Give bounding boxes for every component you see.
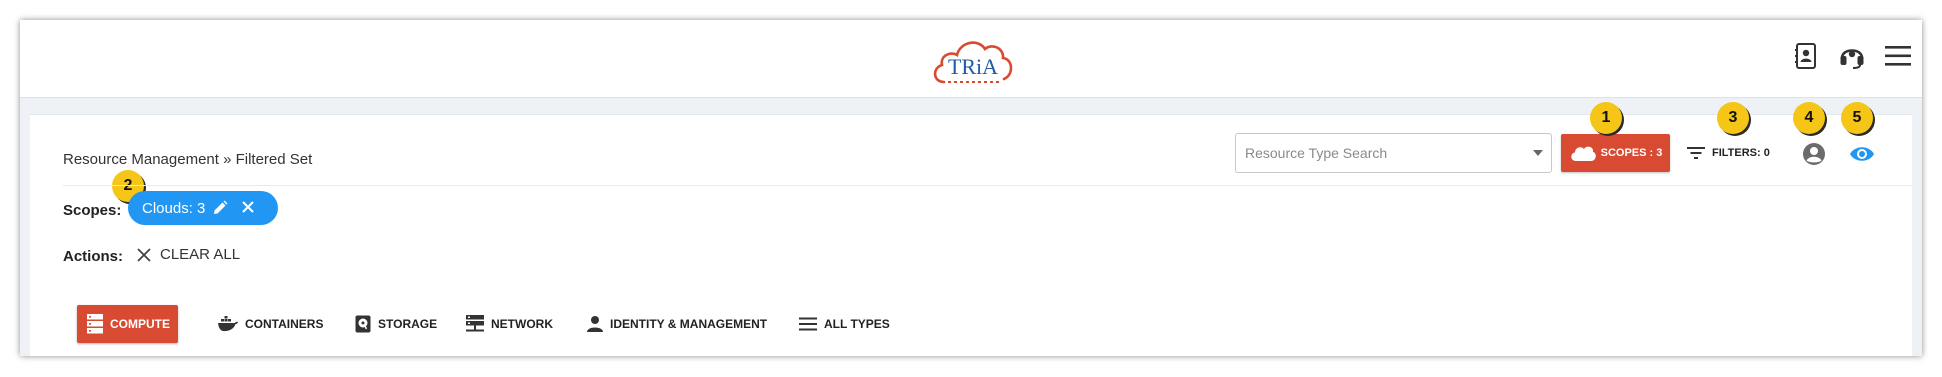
filter-icon <box>1687 147 1705 159</box>
logo-text: TRiA <box>948 54 998 79</box>
callout-badge-3: 3 <box>1717 102 1749 134</box>
tab-compute[interactable]: COMPUTE <box>77 305 178 343</box>
headset-icon[interactable] <box>1837 41 1867 71</box>
docker-icon <box>218 316 238 332</box>
tab-storage[interactable]: STORAGE <box>355 305 437 343</box>
app-window: TRiA Resource Management » Filtered Set … <box>20 20 1922 356</box>
close-icon <box>137 247 151 262</box>
contact-book-icon[interactable] <box>1791 41 1821 71</box>
search-input[interactable] <box>1236 134 1551 172</box>
server-stack-icon <box>87 314 103 334</box>
resource-panel: Resource Management » Filtered Set SCOPE… <box>30 102 1912 356</box>
eye-icon[interactable] <box>1849 142 1875 166</box>
breadcrumb[interactable]: Resource Management » Filtered Set <box>63 151 312 168</box>
tab-all-types[interactable]: ALL TYPES <box>799 305 890 343</box>
tab-label: IDENTITY & MANAGEMENT <box>610 317 768 331</box>
actions-label: Actions: <box>63 248 123 265</box>
scopes-button[interactable]: SCOPES : 3 <box>1561 134 1670 172</box>
filters-button[interactable]: FILTERS: 0 <box>1687 142 1770 164</box>
network-icon <box>466 315 484 332</box>
tab-label: STORAGE <box>378 317 438 331</box>
cloud-logo-icon: TRiA <box>933 41 1013 84</box>
person-icon <box>587 316 603 332</box>
divider <box>63 185 1912 186</box>
cloud-icon <box>1570 146 1596 161</box>
tria-logo[interactable]: TRiA <box>930 34 1016 88</box>
tab-label: COMPUTE <box>110 317 170 331</box>
hamburger-menu-icon[interactable] <box>1883 41 1913 71</box>
top-bar: TRiA <box>20 20 1922 98</box>
tab-label: NETWORK <box>491 317 553 331</box>
filters-button-label: FILTERS: 0 <box>1712 147 1770 159</box>
scopes-label: Scopes: <box>63 202 122 219</box>
account-circle-icon[interactable] <box>1802 142 1826 166</box>
callout-badge-4: 4 <box>1793 102 1825 134</box>
tab-containers[interactable]: CONTAINERS <box>218 305 323 343</box>
clear-all-button[interactable]: CLEAR ALL <box>136 246 240 263</box>
tab-label: ALL TYPES <box>824 317 890 331</box>
callout-badge-5: 5 <box>1841 102 1873 134</box>
callout-badge-1: 1 <box>1590 102 1622 134</box>
scopes-button-label: SCOPES : 3 <box>1600 147 1663 159</box>
dropdown-arrow-icon[interactable] <box>1533 150 1543 156</box>
close-icon[interactable] <box>241 200 255 214</box>
tab-identity-management[interactable]: IDENTITY & MANAGEMENT <box>587 305 767 343</box>
list-icon <box>799 317 817 331</box>
clear-all-label: CLEAR ALL <box>160 246 241 263</box>
tab-network[interactable]: NETWORK <box>466 305 553 343</box>
resource-type-tabs: COMPUTE CONTAINERS STORAGE NETWORK IDENT… <box>30 305 1912 343</box>
chip-label: Clouds: 3 <box>142 199 206 217</box>
hard-drive-icon <box>355 315 371 333</box>
resource-type-search[interactable] <box>1235 133 1552 173</box>
tab-label: CONTAINERS <box>245 317 324 331</box>
pencil-icon[interactable] <box>212 200 228 216</box>
clouds-scope-chip[interactable]: Clouds: 3 <box>128 191 278 225</box>
